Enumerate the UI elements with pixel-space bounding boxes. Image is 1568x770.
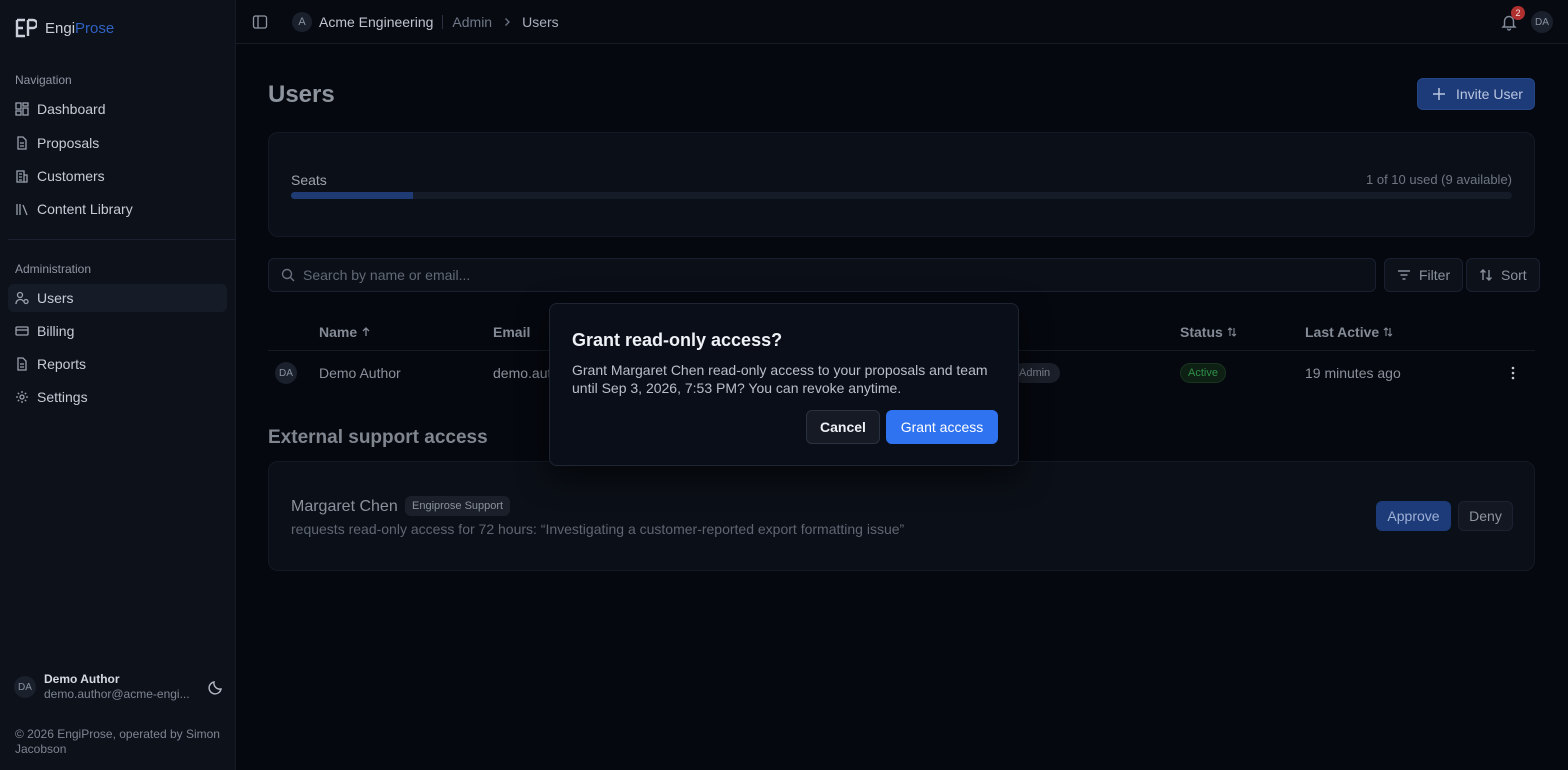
support-request-card: Margaret Chen Engiprose Support requests… [268, 461, 1535, 571]
engiprose-logo-icon [15, 18, 37, 38]
seats-progress-fill [291, 192, 414, 199]
sidebar-item-label: Users [37, 290, 74, 306]
column-header-name[interactable]: Name [319, 324, 371, 340]
requester-name: Margaret Chen [291, 498, 398, 515]
role-badge: Admin [1013, 363, 1061, 383]
grid-icon [15, 102, 29, 116]
seats-label: Seats [291, 172, 327, 188]
user-email: demo.author@acme-engi... [44, 687, 190, 701]
filter-label: Filter [1419, 267, 1451, 283]
building-icon [16, 170, 28, 183]
sidebar-toggle-icon[interactable] [252, 14, 268, 30]
sidebar-item-label: Reports [37, 356, 87, 372]
sidebar-item-label: Settings [37, 389, 88, 405]
grant-access-dialog: Grant read-only access? Grant Margaret C… [549, 303, 1019, 466]
copyright: © 2026 EngiProse, operated by Simon Jaco… [15, 727, 220, 756]
seats-count: 1 of 10 used (9 available) [1366, 172, 1512, 187]
sidebar: EngiProse Navigation Dashboard Proposals… [0, 0, 236, 770]
plus-icon [1433, 88, 1445, 100]
sidebar-item-label: Billing [37, 323, 75, 339]
page-title: Users [268, 81, 335, 108]
search-input[interactable] [303, 267, 1343, 283]
sidebar-divider [8, 239, 236, 240]
sidebar-item-dashboard[interactable]: Dashboard [8, 95, 227, 123]
sort-icon [1480, 269, 1492, 281]
last-active-cell: 19 minutes ago [1305, 365, 1401, 381]
credit-card-icon [15, 326, 29, 336]
org-avatar: A [292, 12, 312, 32]
sidebar-item-label: Proposals [37, 135, 100, 151]
file-icon [17, 357, 27, 371]
sidebar-item-label: Content Library [37, 201, 133, 217]
request-description: requests read-only access for 72 hours: … [291, 521, 905, 537]
sidebar-user[interactable]: DA Demo Author demo.author@acme-engi... [14, 672, 224, 702]
user-avatar-button[interactable]: DA [1531, 11, 1553, 33]
users-icon [15, 291, 29, 305]
sort-label: Sort [1501, 267, 1527, 283]
brand-name: EngiProse [45, 19, 115, 37]
status-badge: Active [1180, 363, 1226, 383]
avatar: DA [275, 362, 297, 384]
sort-button[interactable]: Sort [1466, 258, 1540, 292]
topbar: A Acme Engineering Admin Users 2 DA [236, 0, 1568, 44]
column-header-status[interactable]: Status [1180, 324, 1237, 340]
cancel-button[interactable]: Cancel [806, 410, 880, 444]
file-icon [17, 136, 27, 150]
sidebar-item-settings[interactable]: Settings [8, 383, 227, 411]
arrow-up-icon [362, 327, 370, 336]
column-header-email[interactable]: Email [493, 324, 530, 340]
sort-icon [1383, 327, 1393, 337]
user-name: Demo Author [44, 672, 120, 686]
breadcrumb-separator [442, 15, 444, 29]
chevron-right-icon [505, 18, 511, 26]
search-box [268, 258, 1376, 292]
filter-icon [1398, 270, 1410, 280]
sidebar-item-content-library[interactable]: Content Library [8, 195, 227, 223]
sidebar-item-users[interactable]: Users [8, 284, 227, 312]
grant-access-button[interactable]: Grant access [886, 410, 998, 444]
library-icon [16, 204, 28, 216]
avatar: DA [14, 676, 36, 698]
filter-button[interactable]: Filter [1384, 258, 1464, 292]
column-header-last-active[interactable]: Last Active [1305, 324, 1393, 340]
sidebar-item-reports[interactable]: Reports [8, 350, 227, 378]
external-access-title: External support access [268, 427, 488, 448]
breadcrumb-admin[interactable]: Admin [452, 14, 492, 30]
user-email-cell: demo.aut [493, 365, 552, 381]
support-badge: Engiprose Support [405, 496, 511, 516]
sidebar-item-proposals[interactable]: Proposals [8, 129, 227, 157]
dialog-body: Grant Margaret Chen read-only access to … [572, 362, 988, 396]
admin-heading: Administration [15, 262, 92, 276]
dialog-title: Grant read-only access? [572, 330, 783, 350]
org-switcher[interactable]: Acme Engineering [319, 14, 433, 30]
user-name-cell: Demo Author [319, 365, 401, 381]
invite-user-button[interactable]: Invite User [1417, 78, 1535, 110]
notification-badge: 2 [1511, 6, 1525, 20]
more-vertical-icon[interactable] [1505, 364, 1521, 382]
approve-button[interactable]: Approve [1376, 501, 1451, 531]
seats-progress-bar [291, 192, 1512, 199]
sort-icon [1227, 327, 1237, 337]
moon-icon[interactable] [208, 679, 224, 695]
sidebar-item-label: Customers [37, 168, 105, 184]
invite-user-label: Invite User [1456, 86, 1523, 102]
search-icon [281, 268, 295, 282]
sidebar-item-customers[interactable]: Customers [8, 162, 227, 190]
deny-button[interactable]: Deny [1458, 501, 1513, 531]
sidebar-item-label: Dashboard [37, 101, 106, 117]
breadcrumb: A Acme Engineering Admin Users [292, 11, 559, 33]
breadcrumb-current: Users [522, 14, 559, 30]
seats-card: Seats 1 of 10 used (9 available) [268, 132, 1535, 237]
brand[interactable]: EngiProse [15, 18, 114, 38]
sidebar-item-billing[interactable]: Billing [8, 317, 227, 345]
gear-icon [16, 391, 28, 403]
nav-heading: Navigation [15, 73, 72, 87]
